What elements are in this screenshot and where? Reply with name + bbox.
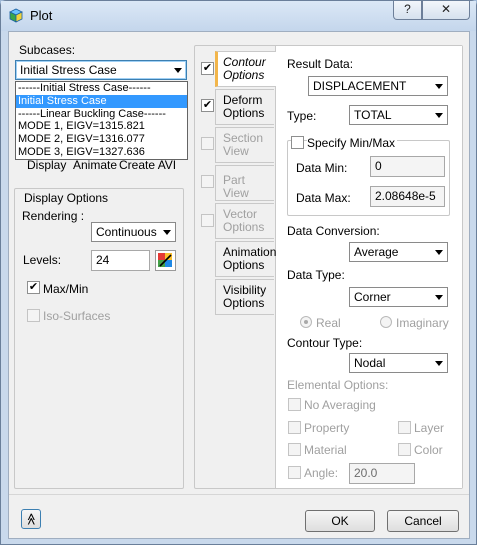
- iso-surfaces-checkbox[interactable]: [27, 309, 40, 322]
- chevron-down-icon: [163, 230, 171, 235]
- display-button[interactable]: Display: [27, 158, 66, 172]
- deform-options-checkbox[interactable]: ✔: [201, 99, 214, 112]
- no-averaging-label: No Averaging: [304, 398, 376, 412]
- data-max-label: Data Max:: [296, 191, 351, 205]
- tab-section-view[interactable]: Section View: [215, 127, 274, 163]
- contour-type-label: Contour Type:: [287, 336, 363, 350]
- subcases-option[interactable]: MODE 2, EIGV=1316.077: [16, 133, 187, 146]
- data-conversion-value: Average: [354, 245, 399, 259]
- color-palette-button[interactable]: [155, 250, 176, 271]
- create-avi-button[interactable]: Create AVI: [119, 158, 176, 172]
- data-type-label: Data Type:: [287, 268, 345, 282]
- material-label: Material: [304, 443, 347, 457]
- animate-button[interactable]: Animate: [73, 158, 117, 172]
- type-value: TOTAL: [354, 108, 392, 122]
- elemental-options-label: Elemental Options:: [287, 378, 389, 392]
- result-data-select[interactable]: DISPLACEMENT: [308, 76, 448, 96]
- close-button[interactable]: ✕: [422, 1, 470, 20]
- chevron-down-icon: [174, 68, 182, 73]
- subcases-dropdown-list: ------Initial Stress Case------ Initial …: [15, 81, 188, 160]
- subcases-option-selected[interactable]: Initial Stress Case: [16, 94, 187, 108]
- chevron-down-icon: [435, 84, 443, 89]
- help-button[interactable]: ?: [393, 1, 422, 20]
- data-conversion-select[interactable]: Average: [349, 242, 448, 262]
- dialog-client-area: Subcases: Initial Stress Case Display An…: [8, 31, 470, 539]
- subcases-selected-value: Initial Stress Case: [20, 63, 117, 77]
- property-label: Property: [304, 421, 350, 435]
- specify-minmax-checkbox[interactable]: [291, 136, 304, 149]
- real-radio[interactable]: [300, 316, 312, 328]
- no-averaging-checkbox[interactable]: [288, 398, 301, 411]
- subcases-option[interactable]: MODE 1, EIGV=1315.821: [16, 120, 187, 133]
- maxmin-label: Max/Min: [43, 282, 89, 296]
- tab-contour-options[interactable]: Contour Options: [215, 51, 276, 87]
- tab-part-view[interactable]: Part View: [215, 165, 274, 201]
- tab-visibility-options[interactable]: Visibility Options: [215, 279, 274, 315]
- display-options-title: Display Options: [22, 191, 111, 205]
- contour-options-checkbox[interactable]: ✔: [201, 62, 214, 75]
- vector-options-checkbox[interactable]: [201, 214, 214, 227]
- specify-minmax-label: Specify Min/Max: [307, 136, 398, 150]
- color-checkbox[interactable]: [398, 443, 411, 456]
- data-max-input[interactable]: 2.08648e-5: [370, 186, 445, 207]
- close-icon: ✕: [440, 2, 452, 16]
- tab-animation-options[interactable]: Animation Options: [215, 241, 276, 277]
- chevron-down-icon: [435, 295, 443, 300]
- data-conversion-label: Data Conversion:: [287, 224, 380, 238]
- section-view-checkbox[interactable]: [201, 137, 214, 150]
- data-min-input[interactable]: 0: [370, 156, 445, 177]
- subcases-label: Subcases:: [19, 43, 76, 57]
- rendering-value: Continuous: [96, 225, 157, 239]
- subcases-option[interactable]: MODE 3, EIGV=1327.636: [16, 146, 187, 159]
- chevron-down-icon: [435, 113, 443, 118]
- color-label: Color: [414, 443, 443, 457]
- subcases-select[interactable]: Initial Stress Case: [15, 60, 187, 80]
- levels-input[interactable]: 24: [91, 250, 150, 271]
- double-chevron-icon: ≪: [24, 512, 38, 526]
- ok-button[interactable]: OK: [305, 510, 375, 532]
- data-type-select[interactable]: Corner: [349, 287, 448, 307]
- angle-checkbox[interactable]: [288, 466, 301, 479]
- tab-vector-options[interactable]: Vector Options: [215, 203, 274, 239]
- plot-dialog: Plot ? ✕ Subcases: Initial Stress Case D…: [0, 0, 477, 545]
- levels-label: Levels:: [23, 253, 62, 267]
- title-bar[interactable]: Plot ? ✕: [1, 1, 476, 31]
- type-select[interactable]: TOTAL: [349, 105, 448, 125]
- data-type-value: Corner: [354, 290, 391, 304]
- maxmin-checkbox[interactable]: ✔: [27, 281, 40, 294]
- part-view-checkbox[interactable]: [201, 175, 214, 188]
- layer-checkbox[interactable]: [398, 421, 411, 434]
- imaginary-label: Imaginary: [396, 316, 449, 330]
- cancel-button[interactable]: Cancel: [387, 510, 459, 532]
- type-label: Type:: [287, 109, 317, 123]
- tab-deform-options[interactable]: Deform Options: [215, 89, 274, 125]
- data-min-label: Data Min:: [296, 161, 348, 175]
- footer-divider: [9, 494, 469, 495]
- real-label: Real: [316, 316, 341, 330]
- contour-type-value: Nodal: [354, 356, 386, 370]
- window-title: Plot: [30, 8, 53, 23]
- plot-app-icon: [9, 8, 23, 23]
- angle-label: Angle:: [304, 466, 339, 480]
- layer-label: Layer: [414, 421, 445, 435]
- subcases-option[interactable]: ------Linear Buckling Case------: [16, 108, 187, 121]
- color-palette-icon: [158, 253, 172, 267]
- imaginary-radio[interactable]: [380, 316, 392, 328]
- angle-input[interactable]: 20.0: [349, 463, 415, 484]
- subcases-option[interactable]: ------Initial Stress Case------: [16, 82, 187, 95]
- expand-button[interactable]: ≪: [21, 509, 41, 529]
- chevron-down-icon: [435, 250, 443, 255]
- iso-surfaces-label: Iso-Surfaces: [43, 309, 111, 323]
- material-checkbox[interactable]: [288, 443, 301, 456]
- chevron-down-icon: [435, 361, 443, 366]
- result-data-label: Result Data:: [287, 57, 354, 71]
- rendering-label: Rendering :: [22, 209, 85, 223]
- contour-type-select[interactable]: Nodal: [349, 353, 448, 373]
- property-checkbox[interactable]: [288, 421, 301, 434]
- result-data-value: DISPLACEMENT: [313, 79, 407, 93]
- rendering-select[interactable]: Continuous: [91, 222, 176, 242]
